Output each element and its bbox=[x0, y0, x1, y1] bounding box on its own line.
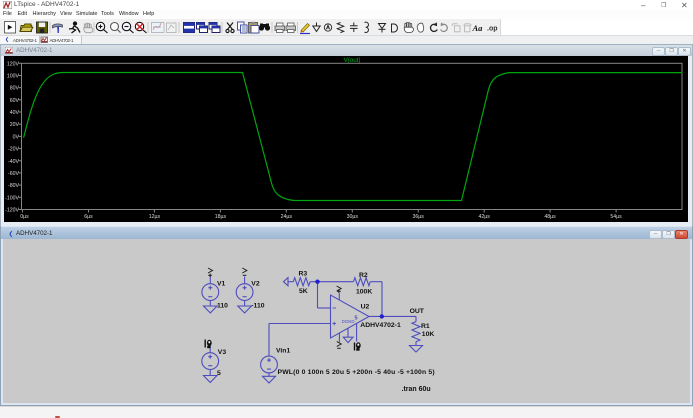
svg-text:5: 5 bbox=[217, 370, 221, 377]
svg-text:R2: R2 bbox=[359, 272, 368, 279]
svg-text:-40V: -40V bbox=[8, 159, 19, 165]
svg-text:48µs: 48µs bbox=[544, 214, 556, 220]
svg-text:-60V: -60V bbox=[8, 171, 19, 177]
svg-text:24µs: 24µs bbox=[281, 214, 293, 220]
svg-text:80V: 80V bbox=[10, 86, 20, 92]
svg-text:42µs: 42µs bbox=[479, 214, 491, 220]
svg-text:110: 110 bbox=[217, 303, 228, 310]
svg-text:5: 5 bbox=[355, 316, 358, 322]
svg-text:54µs: 54µs bbox=[610, 214, 622, 220]
svg-text:30µs: 30µs bbox=[347, 214, 359, 220]
svg-text:0V: 0V bbox=[13, 134, 20, 140]
svg-text:ADHV4702-1: ADHV4702-1 bbox=[360, 322, 401, 329]
svg-text:-80V: -80V bbox=[8, 183, 19, 189]
svg-text:R1: R1 bbox=[421, 323, 430, 330]
svg-text:-110: -110 bbox=[251, 303, 264, 310]
svg-text:V1: V1 bbox=[217, 281, 226, 288]
svg-text:Vin1: Vin1 bbox=[276, 348, 290, 355]
svg-text:PWL(0 0 100n 5 20u 5 +200n -5: PWL(0 0 100n 5 20u 5 +200n -5 40u -5 +10… bbox=[278, 369, 435, 376]
svg-text:U2: U2 bbox=[361, 304, 370, 311]
svg-text:V(out): V(out) bbox=[344, 57, 361, 64]
svg-text:-20V: -20V bbox=[8, 147, 19, 153]
svg-text:0µs: 0µs bbox=[20, 214, 29, 220]
svg-text:.op: .op bbox=[487, 26, 498, 33]
svg-text:100V: 100V bbox=[7, 74, 20, 80]
svg-text:10K: 10K bbox=[422, 331, 435, 338]
svg-text:20V: 20V bbox=[10, 122, 20, 128]
svg-text:60V: 60V bbox=[10, 98, 20, 104]
svg-text:6µs: 6µs bbox=[84, 214, 93, 220]
svg-text:.tran 60u: .tran 60u bbox=[402, 386, 431, 393]
svg-text:5K: 5K bbox=[299, 288, 308, 295]
svg-text:DGND: DGND bbox=[342, 319, 355, 324]
svg-text:-100V: -100V bbox=[5, 195, 19, 201]
svg-text:OUT: OUT bbox=[410, 308, 425, 315]
svg-text:120V: 120V bbox=[7, 61, 20, 67]
svg-text:36µs: 36µs bbox=[413, 214, 425, 220]
svg-text:12µs: 12µs bbox=[149, 214, 161, 220]
svg-text:R3: R3 bbox=[299, 271, 308, 278]
svg-text:18µs: 18µs bbox=[215, 214, 227, 220]
svg-text:Aa: Aa bbox=[472, 23, 484, 33]
svg-text:V2: V2 bbox=[251, 281, 260, 288]
svg-text:V3: V3 bbox=[218, 349, 227, 356]
svg-text:100K: 100K bbox=[356, 289, 372, 296]
svg-text:40V: 40V bbox=[10, 110, 20, 116]
svg-text:-120V: -120V bbox=[5, 208, 19, 214]
